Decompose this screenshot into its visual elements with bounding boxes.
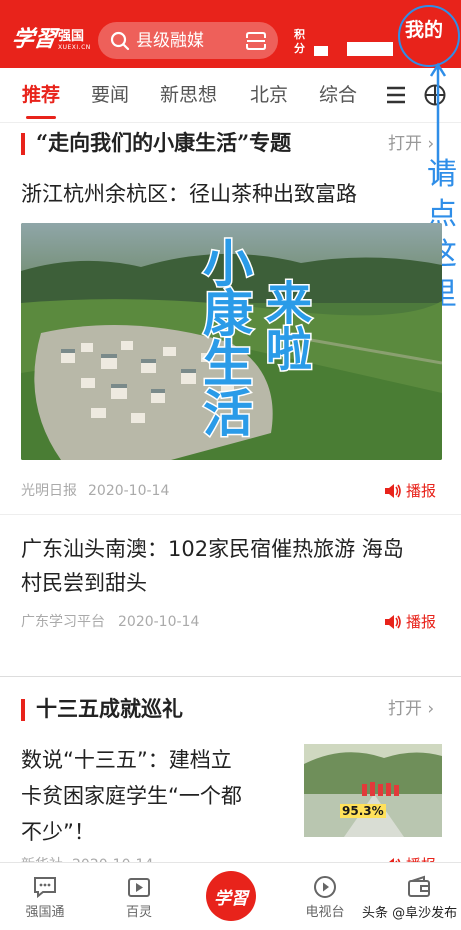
section-marker — [21, 133, 25, 155]
broadcast-button[interactable]: 播报 — [384, 612, 436, 632]
tv-play-icon — [314, 876, 336, 898]
nav-label: 强国通 — [25, 905, 65, 920]
section-open-link[interactable]: 打开 › — [388, 698, 434, 720]
chat-icon — [34, 877, 56, 899]
tab-recommend[interactable]: 推荐 — [22, 82, 60, 108]
xuexi-logo[interactable]: 学習 强国 XUEXI.CN — [10, 20, 91, 52]
tab-beijing[interactable]: 北京 — [250, 82, 288, 108]
section-title[interactable]: 十三五成就巡礼 — [36, 695, 183, 723]
article-headline[interactable]: 数说“十三五”：建档立 卡贫困家庭学生“一个都 不少”！ — [21, 742, 242, 850]
students-image — [304, 744, 442, 837]
thumb-stat: 95.3% — [340, 804, 386, 818]
logo-cn: 强国 — [58, 29, 85, 44]
points-display[interactable]: 积分 — [294, 28, 394, 58]
article-source: 广东学习平台 — [21, 614, 105, 630]
nav-tv[interactable]: 电视台 — [290, 863, 360, 930]
article-headline[interactable]: 浙江杭州余杭区：径山茶种出致富路 — [21, 177, 357, 211]
image-caption: 小康生活 来啦 — [194, 236, 315, 439]
video-play-icon — [128, 878, 150, 897]
watermark: 头条 @阜沙发布 — [362, 906, 458, 921]
section-open-link[interactable]: 打开 › — [388, 133, 434, 155]
logo-en: XUEXI.CN — [58, 44, 91, 51]
scan-icon[interactable] — [246, 32, 266, 50]
article-date: 2020-10-14 — [118, 614, 200, 630]
study-center-button[interactable]: 学習 — [206, 871, 256, 921]
article-date: 2020-10-14 — [88, 483, 170, 499]
tab-news[interactable]: 要闻 — [91, 82, 129, 108]
article-thumbnail[interactable]: 95.3% — [304, 744, 442, 837]
tab-general[interactable]: 综合 — [319, 82, 357, 108]
search-icon — [110, 31, 130, 51]
nav-xuexi-chat[interactable]: 强国通 — [10, 863, 80, 930]
wallet-icon — [408, 875, 430, 897]
nav-label: 百灵 — [125, 905, 152, 920]
article-headline[interactable]: 广东汕头南澳：102家民宿催热旅游 海岛 村民尝到甜头 — [21, 532, 404, 600]
nav-label: 电视台 — [305, 905, 345, 920]
article-photo[interactable]: 小康生活 来啦 — [21, 223, 442, 460]
speaker-icon — [385, 484, 401, 498]
logo-script: 学習 — [10, 26, 58, 52]
points-value-redacted — [314, 46, 328, 56]
annotation-circle — [398, 5, 460, 67]
channel-tabs: 推荐 要闻 新思想 北京 综合 — [0, 68, 461, 123]
search-placeholder: 县级融媒 — [136, 31, 204, 51]
top-header: 学習 强国 XUEXI.CN 县级融媒 积分 我的 — [0, 0, 461, 68]
active-tab-indicator — [26, 116, 56, 119]
search-bar[interactable]: 县级融媒 — [98, 22, 278, 59]
nav-bailing[interactable]: 百灵 — [104, 863, 174, 930]
section-title[interactable]: “走向我们的小康生活”专题 — [36, 129, 291, 157]
section-marker — [21, 699, 25, 721]
tab-new-thought[interactable]: 新思想 — [160, 82, 217, 108]
broadcast-button[interactable]: 播报 — [384, 481, 436, 501]
points-label: 积分 — [294, 28, 305, 55]
article-source: 光明日报 — [21, 483, 77, 499]
menu-icon[interactable] — [386, 86, 406, 104]
speaker-icon — [385, 615, 401, 629]
